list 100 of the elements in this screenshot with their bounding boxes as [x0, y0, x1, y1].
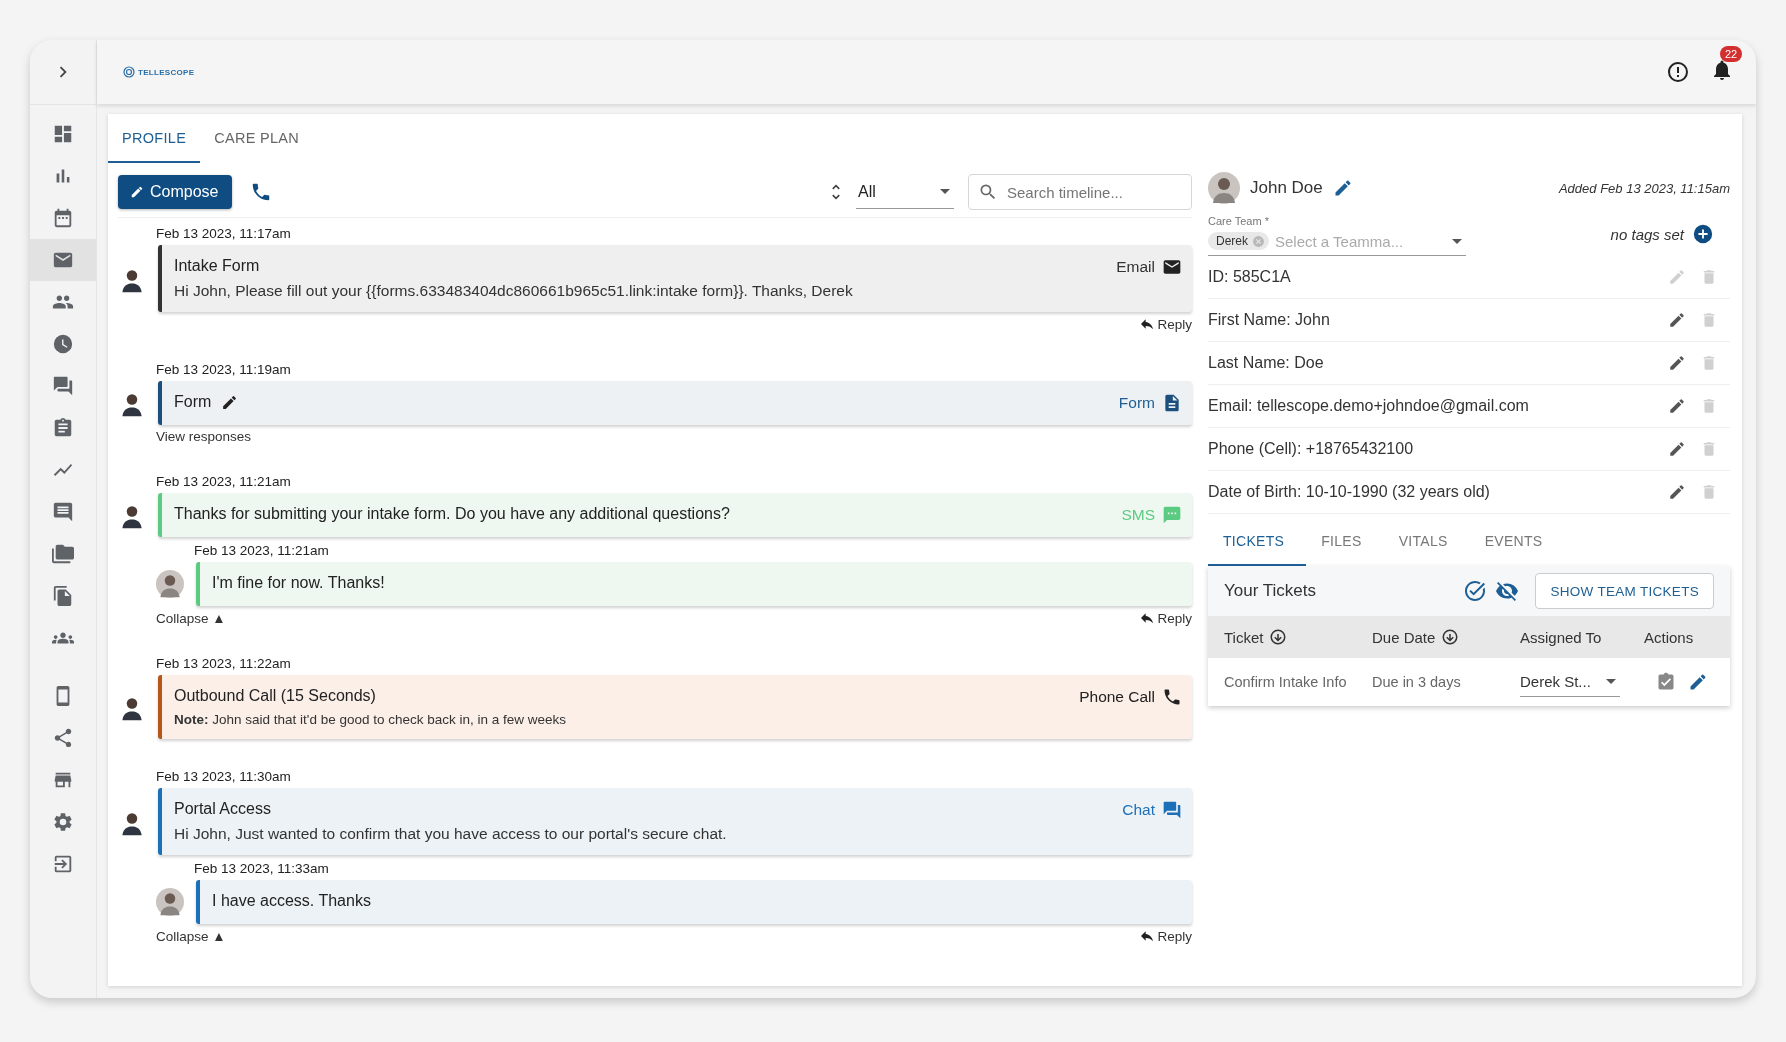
team-chip[interactable]: Derek — [1208, 232, 1269, 250]
reply-link[interactable]: Reply — [1139, 316, 1192, 332]
info-icon[interactable] — [1666, 60, 1690, 84]
patient-avatar — [1208, 172, 1240, 204]
reply-arrow-icon — [1139, 928, 1156, 944]
tab[interactable]: EVENTS — [1469, 518, 1565, 566]
tab[interactable]: CARE PLAN — [200, 114, 314, 163]
added-date: Added Feb 13 2023, 11:15am — [1558, 180, 1730, 196]
field-text: Date of Birth: 10-10-1990 (32 years old) — [1208, 483, 1490, 501]
reply-link[interactable]: Reply — [1139, 610, 1192, 626]
field-text: Last Name: Doe — [1208, 354, 1324, 372]
message-title: Portal Access — [174, 800, 271, 818]
field-label: Care Team * — [1208, 215, 1270, 227]
pencil-icon[interactable] — [1668, 483, 1686, 501]
pencil-icon[interactable] — [1688, 672, 1708, 692]
logo-text: TELLESCOPE — [138, 67, 195, 77]
timestamp: Feb 13 2023, 11:30am — [156, 769, 292, 784]
view-responses-link[interactable]: View responses — [156, 429, 252, 444]
reply-link[interactable]: Reply — [1139, 928, 1192, 944]
clipboard-check-icon[interactable] — [1656, 672, 1676, 692]
chat-bubbles-icon — [1162, 800, 1182, 820]
timestamp: Feb 13 2023, 11:33am — [194, 861, 330, 876]
timestamp: Feb 13 2023, 11:21am — [194, 543, 330, 558]
eye-off-icon[interactable] — [1495, 579, 1520, 603]
collapse-link[interactable]: Collapse ▲ — [156, 610, 226, 626]
panel-title: Your Tickets — [1224, 581, 1316, 601]
message-text: Hi John, Just wanted to confirm that you have access to our portal's secure chat. — [174, 825, 727, 843]
mail-icon — [1162, 257, 1182, 277]
pencil-icon — [130, 185, 144, 199]
field-text: ID: 585C1A — [1208, 268, 1291, 286]
calendar-icon — [52, 207, 74, 229]
collapse-link[interactable]: Collapse ▲ — [156, 928, 226, 944]
files-icon — [52, 585, 74, 607]
timestamp: Feb 13 2023, 11:22am — [156, 656, 292, 671]
patient-avatar — [156, 570, 184, 598]
pencil-icon[interactable] — [1668, 440, 1686, 458]
add-icon[interactable] — [1692, 223, 1714, 245]
channel-label: Chat — [1122, 801, 1155, 819]
phone-icon — [1162, 687, 1182, 707]
tab[interactable]: FILES — [1306, 518, 1384, 566]
caret-icon — [1452, 238, 1462, 244]
notification-badge: 22 — [1720, 46, 1743, 62]
message-text: Note: John said that it'd be good to check back in, in a few weeks — [174, 712, 567, 727]
chat-bubbles-icon — [52, 375, 74, 397]
column-header: Actions — [1644, 628, 1694, 646]
document-icon — [1162, 393, 1182, 413]
message-title: Outbound Call (15 Seconds) — [174, 687, 376, 705]
pencil-icon[interactable] — [1668, 397, 1686, 415]
filter-select[interactable]: All — [856, 175, 954, 209]
channel-label: Phone Call — [1079, 688, 1155, 706]
reply-text: I'm fine for now. Thanks! — [212, 574, 385, 592]
column-header: Ticket — [1224, 628, 1264, 646]
column-header: Due Date — [1372, 628, 1436, 646]
tab[interactable]: VITALS — [1383, 518, 1470, 566]
field-text: Email: tellescope.demo+johndoe@gmail.com — [1208, 397, 1529, 415]
reply-text: I have access. Thanks — [212, 892, 371, 910]
pencil-icon[interactable] — [1668, 354, 1686, 372]
column-header: Assigned To — [1520, 628, 1602, 646]
comment-icon — [52, 501, 74, 523]
table-cell-text: Confirm Intake Info — [1224, 674, 1348, 690]
search-icon — [978, 182, 998, 202]
clipboard-icon — [52, 417, 74, 439]
channel-label: Form — [1118, 394, 1155, 412]
pencil-icon[interactable] — [221, 393, 239, 411]
tags-text: no tags set — [1610, 225, 1684, 243]
logo-icon — [123, 66, 135, 78]
patient-name: John Doe — [1250, 178, 1323, 198]
message-title: Form — [174, 393, 212, 411]
assignee-select[interactable]: Derek St... — [1520, 667, 1620, 697]
message-title: Intake Form — [174, 257, 260, 275]
table-cell-text: Due in 3 days — [1372, 674, 1462, 690]
reply-arrow-icon — [1139, 610, 1156, 626]
sort-down-icon[interactable] — [1269, 628, 1288, 646]
timestamp: Feb 13 2023, 11:17am — [156, 226, 292, 241]
channel-label: SMS — [1121, 506, 1155, 524]
show-team-tickets-button[interactable]: SHOW TEAM TICKETS — [1535, 573, 1714, 609]
timestamp: Feb 13 2023, 11:21am — [156, 474, 292, 489]
nav-item[interactable] — [30, 239, 96, 281]
care-team-select[interactable]: Derek Select a Teamma... — [1208, 227, 1466, 256]
reply-arrow-icon — [1139, 316, 1156, 332]
logout-icon — [52, 853, 74, 875]
field-text: First Name: John — [1208, 311, 1330, 329]
share-icon — [52, 727, 74, 749]
tab[interactable]: PROFILE — [108, 114, 201, 163]
sort-down-icon[interactable] — [1441, 628, 1460, 646]
message-icon — [1162, 505, 1182, 525]
timestamp: Feb 13 2023, 11:19am — [156, 362, 292, 377]
message-text: Hi John, Please fill out your {{forms.633483404dc860661b965c51.link:intake form}}. Thanks, Derek — [174, 282, 853, 300]
folders-icon — [52, 543, 74, 565]
search-field[interactable]: Search timeline... — [968, 174, 1192, 210]
dashboard-icon — [52, 123, 74, 145]
compose-button[interactable]: Compose — [118, 175, 233, 209]
caret-icon — [940, 189, 950, 194]
caret-icon — [1606, 679, 1616, 684]
message-title: Thanks for submitting your intake form. Do you have any additional questions? — [174, 505, 730, 523]
channel-label: Email — [1116, 258, 1155, 276]
pencil-icon[interactable] — [1668, 311, 1686, 329]
clock-icon — [52, 333, 74, 355]
settings-icon — [52, 811, 74, 833]
field-text: Phone (Cell): +18765432100 — [1208, 440, 1414, 458]
